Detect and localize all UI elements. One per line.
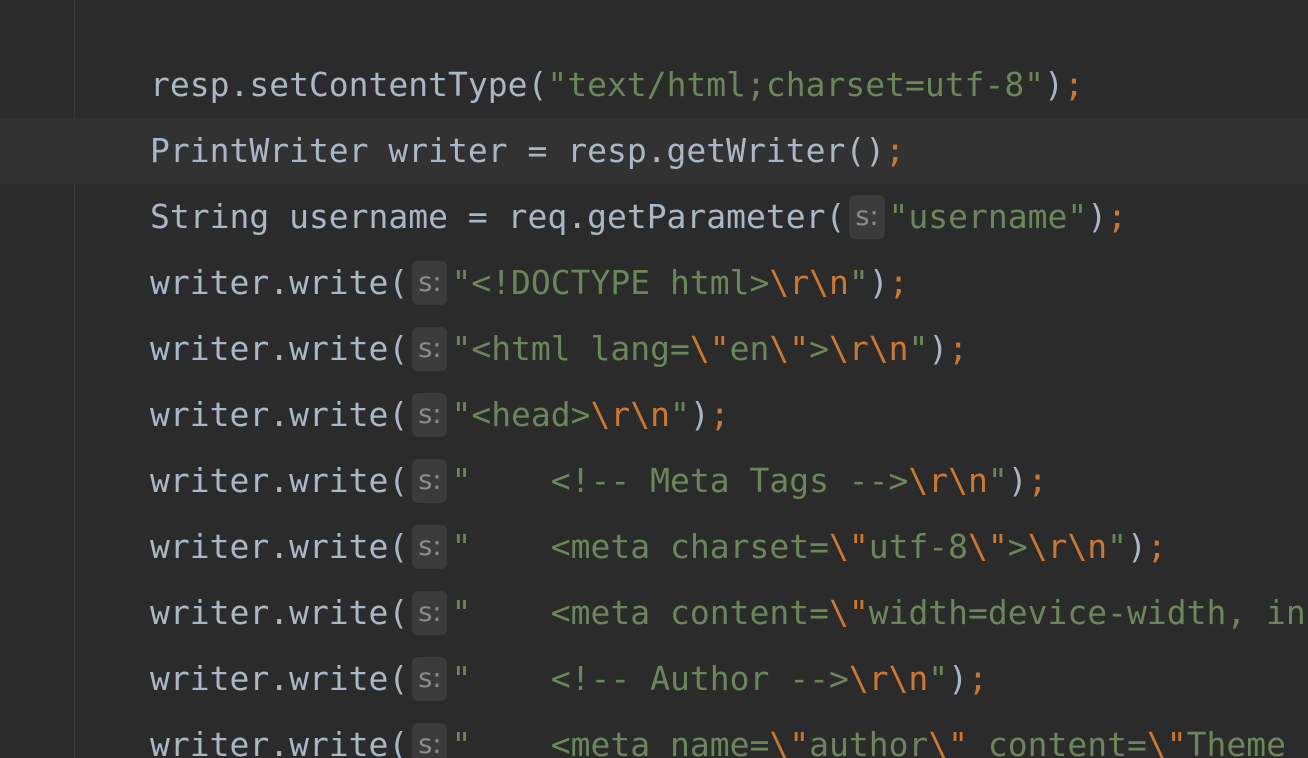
code-line-content: writer.write(s: "<html lang= \" en \" > \r\n ")… [150, 316, 968, 382]
code-line-current[interactable]: PrintWriter writer = resp.getWriter(); [0, 118, 1308, 184]
code-token-escape: \" [1146, 725, 1187, 758]
code-token-identifier: writer.write( [150, 263, 409, 302]
code-line-content: String username = req.getParameter(s: "us… [150, 184, 1127, 250]
code-token-string: " [928, 659, 949, 698]
code-token-escape: \" [769, 329, 810, 368]
code-token-string: "<!DOCTYPE html> [451, 263, 770, 302]
code-token-escape: \" [968, 527, 1008, 566]
code-line-content: writer.write(s: " <meta charset= \" utf-8 \"… [150, 514, 1167, 580]
code-token-string: en [729, 329, 770, 368]
code-token-escape: \" [828, 527, 869, 566]
code-token-escape: \" [928, 725, 969, 758]
code-token-string: " [1107, 527, 1128, 566]
code-token-identifier: writer.write( [150, 461, 409, 500]
parameter-hint: s: [849, 195, 885, 239]
code-token-string: " <meta content= [451, 593, 829, 632]
parameter-hint: s: [412, 459, 448, 503]
code-token-identifier: writer.write( [150, 659, 409, 698]
code-token-identifier: ) [1087, 197, 1108, 236]
code-line[interactable]: writer.write(s: " <!-- Meta Tags --> \r\n "… [0, 448, 1308, 514]
code-token-string: "text/html;charset=utf-8" [547, 65, 1045, 104]
code-token-string: " <meta charset= [451, 527, 829, 566]
code-token-string: > [809, 329, 829, 368]
code-token-semicolon: ; [968, 659, 988, 698]
code-token-string: "username" [888, 197, 1088, 236]
code-token-identifier: ) [1044, 65, 1064, 104]
code-token-string: "<html lang= [451, 329, 690, 368]
code-token-semicolon: ; [709, 395, 730, 434]
code-line[interactable]: writer.write(s: "<!DOCTYPE html> \r\n "); [0, 250, 1308, 316]
code-token-escape: \r\n [769, 263, 849, 302]
code-token-string: Theme [1186, 725, 1286, 758]
parameter-hint: s: [412, 723, 448, 758]
parameter-hint: s: [412, 591, 448, 635]
code-token-semicolon: ; [1146, 527, 1167, 566]
code-token-identifier: writer.write( [150, 395, 409, 434]
code-token-escape: \r\n [829, 329, 909, 368]
code-line[interactable]: writer.write(s: " <meta content= \" width=d… [0, 580, 1308, 646]
code-token-semicolon: ; [1027, 461, 1048, 500]
code-token-escape: \r\n [1027, 527, 1108, 566]
code-token-escape: \" [769, 725, 810, 758]
code-token-identifier: resp.setContentType( [150, 65, 548, 104]
code-token-semicolon: ; [1063, 65, 1084, 104]
code-token-identifier: ) [928, 329, 949, 368]
parameter-hint: s: [412, 327, 448, 371]
code-line-content: writer.write(s: " <!-- Author --> \r\n "); [150, 646, 988, 712]
parameter-hint: s: [412, 525, 448, 569]
code-token-string: " [848, 263, 869, 302]
code-token-escape: \" [689, 329, 730, 368]
code-token-escape: \r\n [908, 461, 988, 500]
code-token-semicolon: ; [1107, 197, 1127, 236]
code-line-content: PrintWriter writer = resp.getWriter(); [150, 118, 905, 184]
code-token-identifier: ) [1127, 527, 1147, 566]
code-token-string: author [809, 725, 929, 758]
code-token-identifier: writer.write( [150, 725, 409, 758]
code-line-content: writer.write(s: "<head> \r\n "); [150, 382, 730, 448]
code-line[interactable]: resp.setContentType("text/html;charset=u… [0, 52, 1308, 118]
code-token-string: > [1007, 527, 1028, 566]
code-token-string: "<head> [451, 395, 591, 434]
code-token-identifier: writer.write( [150, 329, 409, 368]
parameter-hint: s: [412, 657, 448, 701]
code-token-identifier: writer.write( [150, 593, 409, 632]
code-token-string: " [987, 461, 1008, 500]
code-token-string: " <meta name= [451, 725, 770, 758]
code-line[interactable]: writer.write(s: " <meta name= \" author \" c… [0, 712, 1308, 758]
code-line[interactable]: writer.write(s: " <meta charset= \" utf-8 \"… [0, 514, 1308, 580]
parameter-hint: s: [412, 261, 448, 305]
code-line-content: writer.write(s: " <meta content= \" width=d… [150, 580, 1306, 646]
code-token-identifier: ) [689, 395, 710, 434]
code-token-escape: \" [828, 593, 869, 632]
code-line[interactable]: String username = req.getParameter(s: "us… [0, 184, 1308, 250]
code-line-content: writer.write(s: " <meta name= \" author \" c… [150, 712, 1286, 758]
code-token-string: " <!-- Author --> [451, 659, 849, 698]
code-line[interactable]: writer.write(s: "<html lang= \" en \" > \r\n ")… [0, 316, 1308, 382]
code-token-identifier: ) [868, 263, 889, 302]
code-token-semicolon: ; [948, 329, 969, 368]
code-token-escape: \r\n [590, 395, 671, 434]
code-token-escape: \r\n [848, 659, 929, 698]
code-token-identifier: String username = req.getParameter( [150, 197, 846, 236]
code-token-string: content= [968, 725, 1147, 758]
code-line[interactable]: writer.write(s: "<head> \r\n "); [0, 382, 1308, 448]
code-token-identifier: ) [948, 659, 969, 698]
code-token-string: " [670, 395, 690, 434]
code-token-string: width=device-width, in [868, 593, 1306, 632]
code-line-content: writer.write(s: " <!-- Meta Tags --> \r\n "… [150, 448, 1048, 514]
code-line[interactable]: writer.write(s: " <!-- Author --> \r\n "); [0, 646, 1308, 712]
code-editor[interactable]: resp.setContentType("text/html;charset=u… [0, 0, 1308, 758]
code-line-content: writer.write(s: "<!DOCTYPE html> \r\n "); [150, 250, 908, 316]
code-line-content: resp.setContentType("text/html;charset=u… [150, 52, 1084, 118]
code-token-string: " <!-- Meta Tags --> [451, 461, 909, 500]
code-token-string: " [908, 329, 929, 368]
code-token-identifier: ) [1007, 461, 1028, 500]
code-token-string: utf-8 [868, 527, 969, 566]
parameter-hint: s: [412, 393, 448, 437]
code-token-identifier: writer.write( [150, 527, 409, 566]
code-token-identifier: PrintWriter writer = resp.getWriter() [150, 131, 886, 170]
code-token-semicolon: ; [885, 131, 905, 170]
code-token-semicolon: ; [888, 263, 909, 302]
